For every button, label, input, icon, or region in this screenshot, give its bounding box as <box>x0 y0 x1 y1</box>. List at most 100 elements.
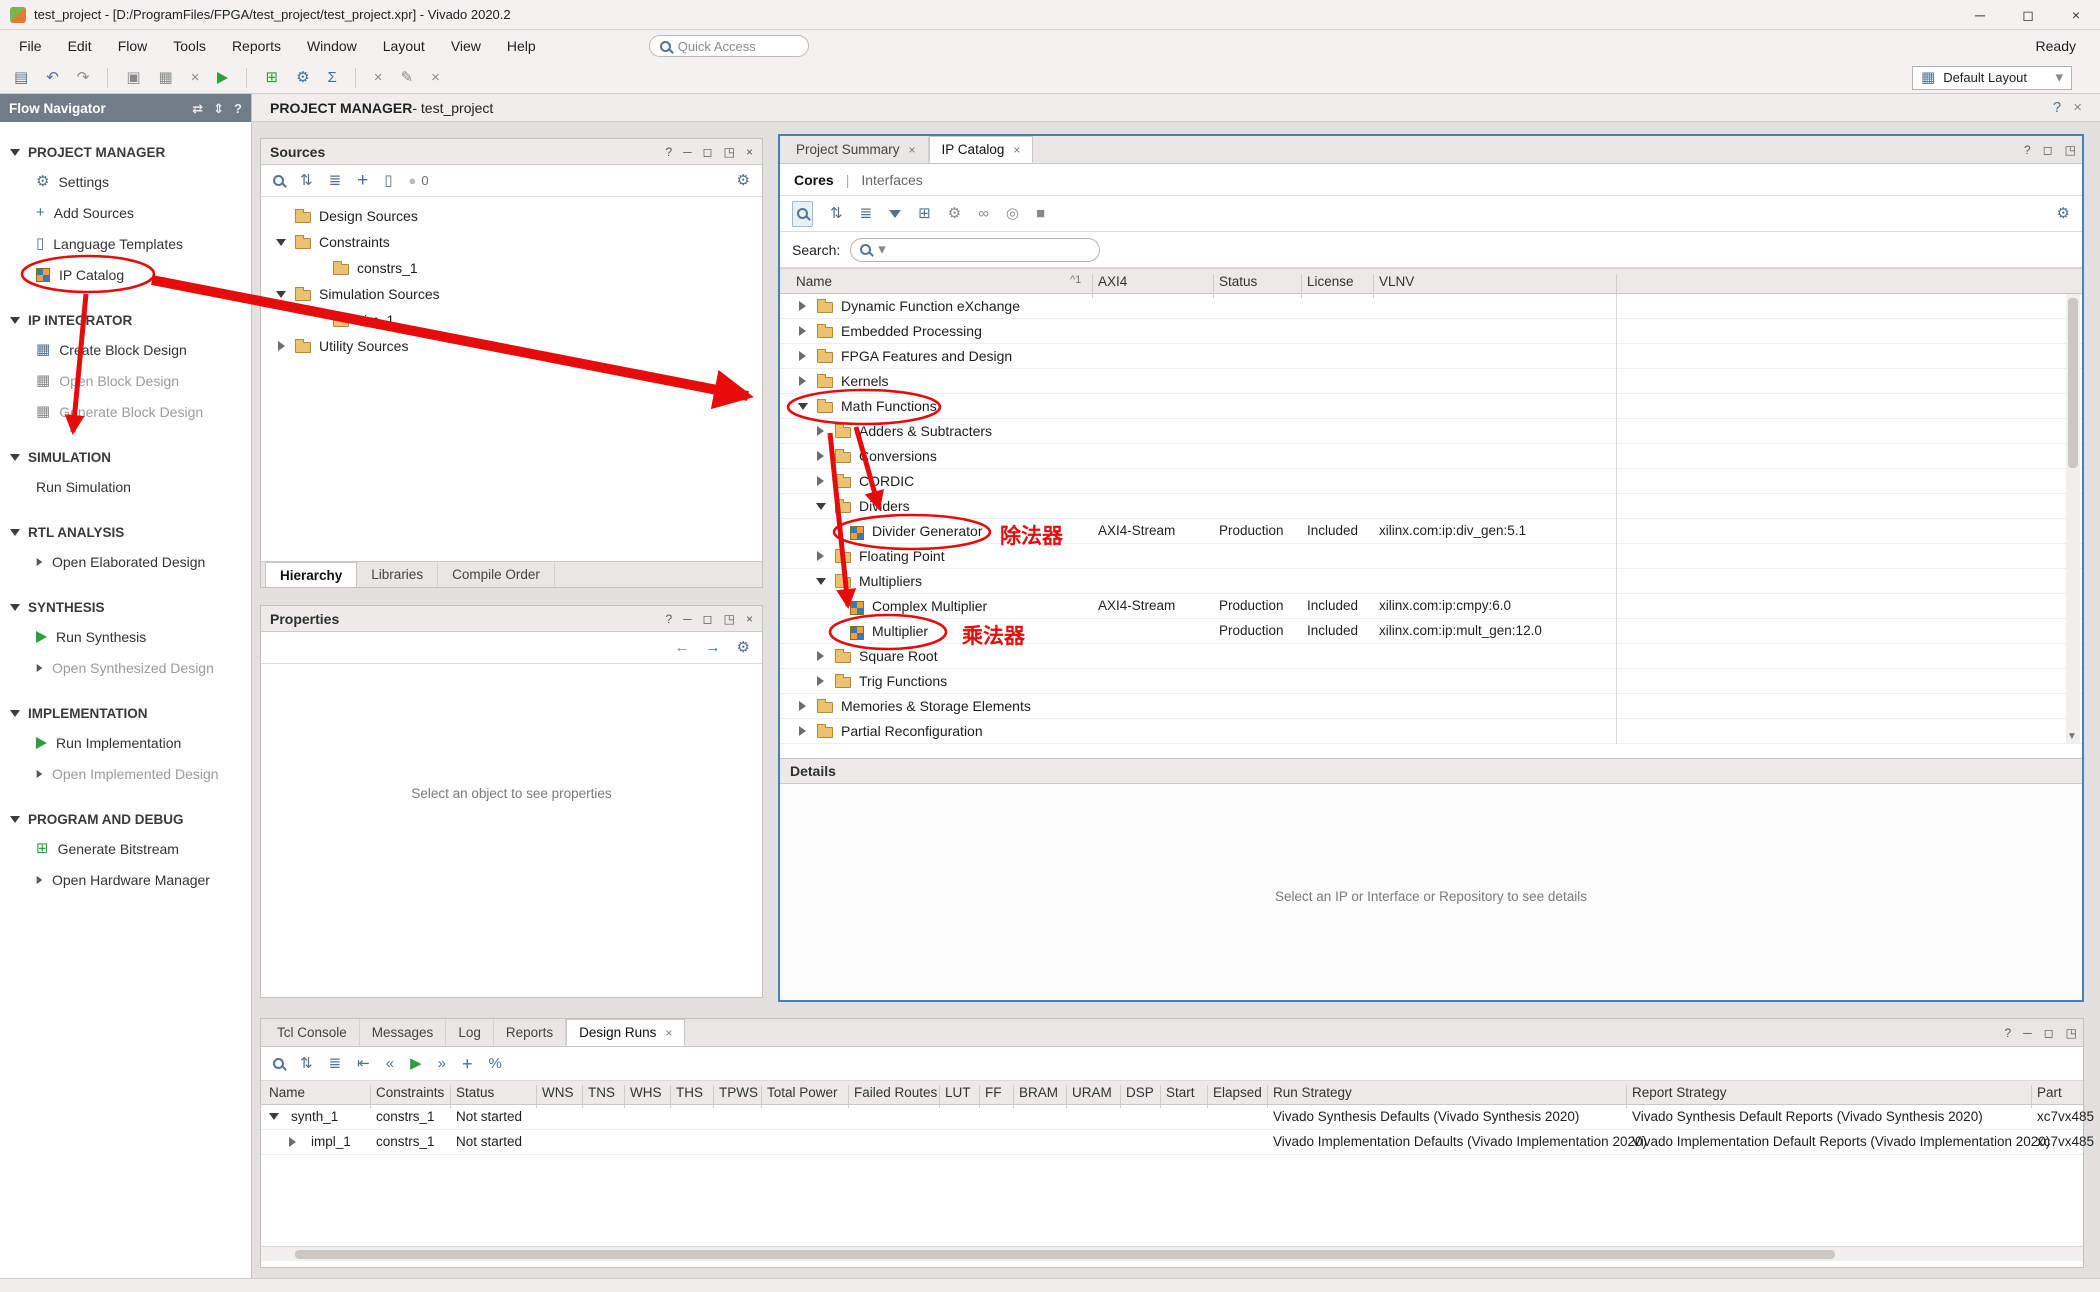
sidebar-item-create-block-design[interactable]: Create Block Design <box>0 334 251 365</box>
ip-row-partial-reconfiguration[interactable]: Partial Reconfiguration <box>780 719 2082 744</box>
ip-row-conversions[interactable]: Conversions <box>780 444 2082 469</box>
swap-icon[interactable] <box>192 102 203 115</box>
maximize-button[interactable] <box>2004 0 2052 29</box>
minimize-icon[interactable] <box>2023 1027 2032 1039</box>
go-to-start-icon[interactable] <box>357 1056 370 1071</box>
sidebar-item-open-block-design[interactable]: Open Block Design <box>0 365 251 396</box>
section-header-rtl-analysis[interactable]: RTL ANALYSIS <box>0 518 251 546</box>
sidebar-item-open-synthesized-design[interactable]: Open Synthesized Design <box>0 652 251 683</box>
ip-row-adders-subtracters[interactable]: Adders & Subtracters <box>780 419 2082 444</box>
ip-row-dividers[interactable]: Dividers <box>780 494 2082 519</box>
help-icon[interactable] <box>2004 1027 2011 1039</box>
ip-row-math-functions[interactable]: Math Functions <box>780 394 2082 419</box>
create-run-icon[interactable] <box>462 1055 473 1073</box>
chevron-right-icon[interactable] <box>799 701 806 711</box>
chevron-right-icon[interactable] <box>817 676 824 686</box>
ip-row-complex-multiplier[interactable]: Complex Multiplier AXI4-StreamProduction… <box>780 594 2082 619</box>
chevron-right-icon[interactable] <box>817 476 824 486</box>
col-report-strategy[interactable]: Report Strategy <box>1632 1085 1727 1100</box>
sidebar-item-run-simulation[interactable]: Run Simulation <box>0 471 251 502</box>
run-button-icon[interactable] <box>217 72 228 84</box>
tab-messages[interactable]: Messages <box>360 1019 447 1046</box>
stop-icon[interactable] <box>1036 206 1045 221</box>
ip-row-dynamic-function-exchange[interactable]: Dynamic Function eXchange <box>780 294 2082 319</box>
redo-icon[interactable] <box>77 70 90 85</box>
sidebar-item-generate-block-design[interactable]: Generate Block Design <box>0 396 251 427</box>
col-wns[interactable]: WNS <box>542 1085 574 1100</box>
tab-design-runs[interactable]: Design Runs <box>566 1019 685 1046</box>
section-header-simulation[interactable]: SIMULATION <box>0 443 251 471</box>
ip-row-embedded-processing[interactable]: Embedded Processing <box>780 319 2082 344</box>
help-icon[interactable] <box>665 613 672 625</box>
tree-item-utility-sources[interactable]: Utility Sources <box>261 333 762 359</box>
cancel-icon[interactable] <box>374 70 383 85</box>
sidebar-item-ip-catalog[interactable]: IP Catalog <box>0 259 251 290</box>
chevron-down-icon[interactable] <box>816 578 826 585</box>
resize-icon[interactable] <box>213 102 224 115</box>
menu-view[interactable]: View <box>438 30 494 62</box>
paste-icon[interactable] <box>159 70 173 85</box>
tab-log[interactable]: Log <box>446 1019 494 1046</box>
float-icon[interactable] <box>724 613 735 625</box>
bitstream-icon[interactable] <box>265 70 278 85</box>
tree-item-constrs-1[interactable]: constrs_1 <box>261 255 762 281</box>
vertical-scrollbar[interactable] <box>2066 294 2080 744</box>
copy-icon[interactable] <box>126 70 140 85</box>
chevron-right-icon[interactable] <box>799 301 806 311</box>
edit-icon[interactable] <box>401 70 414 85</box>
col-tns[interactable]: TNS <box>588 1085 615 1100</box>
tree-item-simulation-sources[interactable]: Simulation Sources <box>261 281 762 307</box>
section-header-implementation[interactable]: IMPLEMENTATION <box>0 699 251 727</box>
chevron-right-icon[interactable] <box>817 651 824 661</box>
step-back-icon[interactable] <box>386 1056 394 1071</box>
filter-icon[interactable] <box>889 210 901 218</box>
subtab-interfaces[interactable]: Interfaces <box>861 172 922 188</box>
chevron-down-icon[interactable] <box>276 239 286 246</box>
close-button[interactable] <box>2052 0 2100 29</box>
close-icon[interactable] <box>665 1027 672 1039</box>
report-sum-icon[interactable] <box>328 70 337 85</box>
tab-compile-order[interactable]: Compile Order <box>438 562 555 587</box>
ip-row-multipliers[interactable]: Multipliers <box>780 569 2082 594</box>
chevron-right-icon[interactable] <box>799 351 806 361</box>
tab-hierarchy[interactable]: Hierarchy <box>265 562 357 587</box>
help-icon[interactable] <box>2024 144 2031 156</box>
col-status[interactable]: Status <box>456 1085 494 1100</box>
menu-flow[interactable]: Flow <box>105 30 161 62</box>
close-icon[interactable] <box>746 146 753 158</box>
sidebar-item-open-elaborated-design[interactable]: Open Elaborated Design <box>0 546 251 577</box>
section-header-project-manager[interactable]: PROJECT MANAGER <box>0 138 251 166</box>
chevron-right-icon[interactable] <box>799 376 806 386</box>
chevron-down-icon[interactable] <box>798 403 808 410</box>
chevron-right-icon[interactable] <box>289 1137 296 1147</box>
maximize-icon[interactable] <box>2044 1027 2054 1039</box>
ip-row-kernels[interactable]: Kernels <box>780 369 2082 394</box>
chevron-right-icon[interactable] <box>817 451 824 461</box>
search-icon[interactable] <box>273 175 284 186</box>
run-icon[interactable] <box>410 1056 422 1071</box>
ip-row-floating-point[interactable]: Floating Point <box>780 544 2082 569</box>
col-vlnv[interactable]: VLNV <box>1379 274 1414 289</box>
delete-icon[interactable] <box>191 70 200 85</box>
scrollbar-thumb[interactable] <box>2068 298 2078 468</box>
menu-window[interactable]: Window <box>294 30 370 62</box>
col-total-power[interactable]: Total Power <box>767 1085 838 1100</box>
menu-layout[interactable]: Layout <box>370 30 438 62</box>
ip-row-divider-generator[interactable]: Divider Generator AXI4-StreamProductionI… <box>780 519 2082 544</box>
col-name[interactable]: Name <box>269 1085 305 1100</box>
search-icon[interactable] <box>273 1058 284 1069</box>
expand-all-icon[interactable] <box>329 173 342 188</box>
percent-icon[interactable] <box>488 1056 501 1071</box>
close-icon[interactable] <box>909 144 916 156</box>
col-license[interactable]: License <box>1307 274 1354 289</box>
tab-project-summary[interactable]: Project Summary <box>784 136 929 163</box>
sidebar-item-run-implementation[interactable]: Run Implementation <box>0 727 251 758</box>
col-ths[interactable]: THS <box>676 1085 703 1100</box>
tab-reports[interactable]: Reports <box>494 1019 566 1046</box>
undo-icon[interactable] <box>46 70 59 85</box>
save-icon[interactable] <box>14 70 28 85</box>
step-forward-icon[interactable] <box>438 1056 446 1071</box>
chevron-right-icon[interactable] <box>799 326 806 336</box>
col-ff[interactable]: FF <box>985 1085 1002 1100</box>
chevron-right-icon[interactable] <box>799 726 806 736</box>
